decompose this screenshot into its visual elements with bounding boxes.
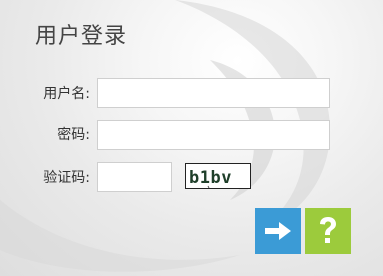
captcha-input[interactable] (97, 162, 172, 192)
captcha-label: 验证码: (43, 170, 90, 186)
username-input[interactable] (97, 78, 330, 108)
captcha-image-text: b1bv (189, 168, 232, 188)
password-label: 密码: (57, 127, 90, 143)
password-input[interactable] (97, 120, 330, 150)
help-button[interactable] (305, 208, 351, 254)
login-button[interactable] (255, 208, 301, 254)
captcha-image[interactable]: b1bv (185, 163, 251, 189)
arrow-right-icon (265, 222, 291, 240)
page-title: 用户登录 (35, 24, 128, 49)
question-mark-icon (320, 217, 336, 243)
username-label: 用户名: (43, 86, 90, 102)
login-panel: 用户登录 用户名: 密码: 验证码: b1bv (0, 0, 383, 276)
